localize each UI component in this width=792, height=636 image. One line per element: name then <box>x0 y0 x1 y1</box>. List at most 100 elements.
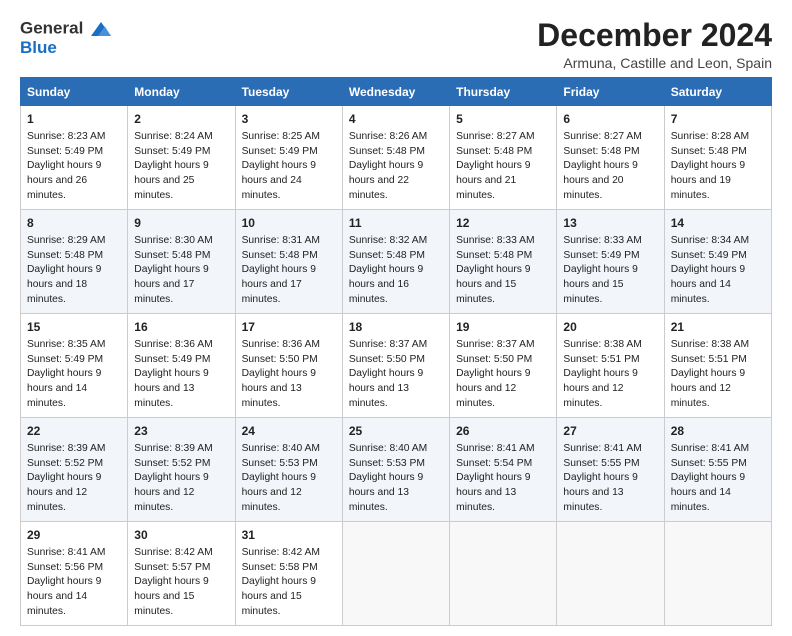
day-info: Sunrise: 8:33 AMSunset: 5:49 PMDaylight … <box>563 235 641 306</box>
day-number: 7 <box>671 111 765 128</box>
day-info: Sunrise: 8:29 AMSunset: 5:48 PMDaylight … <box>27 235 105 306</box>
day-number: 26 <box>456 423 550 440</box>
logo: General Blue <box>20 18 111 58</box>
day-number: 6 <box>563 111 657 128</box>
week-row-1: 1 Sunrise: 8:23 AMSunset: 5:49 PMDaylight… <box>21 106 772 210</box>
day-info: Sunrise: 8:38 AMSunset: 5:51 PMDaylight … <box>671 339 749 410</box>
day-info: Sunrise: 8:40 AMSunset: 5:53 PMDaylight … <box>349 443 427 514</box>
calendar-cell: 28Sunrise: 8:41 AMSunset: 5:55 PMDayligh… <box>664 418 771 522</box>
calendar-cell: 27Sunrise: 8:41 AMSunset: 5:55 PMDayligh… <box>557 418 664 522</box>
day-number: 16 <box>134 319 228 336</box>
day-number: 15 <box>27 319 121 336</box>
day-number: 2 <box>134 111 228 128</box>
week-row-5: 29 Sunrise: 8:41 AMSunset: 5:56 PMDayligh… <box>21 522 772 626</box>
day-number: 19 <box>456 319 550 336</box>
day-number: 30 <box>134 527 228 544</box>
day-info: Sunrise: 8:24 AMSunset: 5:49 PMDaylight … <box>134 131 212 202</box>
calendar-cell <box>450 522 557 626</box>
day-number: 31 <box>242 527 336 544</box>
day-info: Sunrise: 8:28 AMSunset: 5:48 PMDaylight … <box>671 131 749 202</box>
day-info: Sunrise: 8:23 AMSunset: 5:49 PMDaylight … <box>27 131 105 202</box>
day-number: 14 <box>671 215 765 232</box>
day-number: 20 <box>563 319 657 336</box>
day-number: 12 <box>456 215 550 232</box>
calendar-cell: 13 Sunrise: 8:33 AMSunset: 5:49 PMDayligh… <box>557 210 664 314</box>
day-info: Sunrise: 8:38 AMSunset: 5:51 PMDaylight … <box>563 339 641 410</box>
day-number: 11 <box>349 215 443 232</box>
calendar-cell: 5 Sunrise: 8:27 AMSunset: 5:48 PMDaylight… <box>450 106 557 210</box>
week-row-4: 22 Sunrise: 8:39 AMSunset: 5:52 PMDayligh… <box>21 418 772 522</box>
day-number: 22 <box>27 423 121 440</box>
calendar-cell: 23 Sunrise: 8:39 AMSunset: 5:52 PMDayligh… <box>128 418 235 522</box>
calendar-cell: 16 Sunrise: 8:36 AMSunset: 5:49 PMDayligh… <box>128 314 235 418</box>
day-number: 23 <box>134 423 228 440</box>
calendar-cell: 25Sunrise: 8:40 AMSunset: 5:53 PMDayligh… <box>342 418 449 522</box>
calendar-cell: 11 Sunrise: 8:32 AMSunset: 5:48 PMDayligh… <box>342 210 449 314</box>
day-number: 27 <box>563 423 657 440</box>
week-row-2: 8 Sunrise: 8:29 AMSunset: 5:48 PMDaylight… <box>21 210 772 314</box>
calendar-cell: 20 Sunrise: 8:38 AMSunset: 5:51 PMDayligh… <box>557 314 664 418</box>
day-number: 28 <box>671 423 765 440</box>
calendar-cell: 19 Sunrise: 8:37 AMSunset: 5:50 PMDayligh… <box>450 314 557 418</box>
logo-blue: Blue <box>20 38 111 58</box>
calendar-cell: 3Sunrise: 8:25 AMSunset: 5:49 PMDaylight… <box>235 106 342 210</box>
day-info: Sunrise: 8:41 AMSunset: 5:56 PMDaylight … <box>27 547 105 618</box>
col-header-saturday: Saturday <box>664 78 771 106</box>
day-number: 18 <box>349 319 443 336</box>
day-info: Sunrise: 8:42 AMSunset: 5:57 PMDaylight … <box>134 547 212 618</box>
col-header-sunday: Sunday <box>21 78 128 106</box>
title-block: December 2024 Armuna, Castille and Leon,… <box>537 18 772 71</box>
day-info: Sunrise: 8:31 AMSunset: 5:48 PMDaylight … <box>242 235 320 306</box>
day-number: 5 <box>456 111 550 128</box>
day-number: 10 <box>242 215 336 232</box>
day-number: 17 <box>242 319 336 336</box>
day-number: 3 <box>242 111 336 128</box>
day-info: Sunrise: 8:27 AMSunset: 5:48 PMDaylight … <box>563 131 641 202</box>
day-info: Sunrise: 8:37 AMSunset: 5:50 PMDaylight … <box>456 339 534 410</box>
calendar-cell: 31 Sunrise: 8:42 AMSunset: 5:58 PMDayligh… <box>235 522 342 626</box>
calendar-cell: 8 Sunrise: 8:29 AMSunset: 5:48 PMDaylight… <box>21 210 128 314</box>
calendar-cell: 24Sunrise: 8:40 AMSunset: 5:53 PMDayligh… <box>235 418 342 522</box>
day-info: Sunrise: 8:33 AMSunset: 5:48 PMDaylight … <box>456 235 534 306</box>
day-info: Sunrise: 8:37 AMSunset: 5:50 PMDaylight … <box>349 339 427 410</box>
calendar-cell: 9Sunrise: 8:30 AMSunset: 5:48 PMDaylight… <box>128 210 235 314</box>
day-number: 8 <box>27 215 121 232</box>
calendar-cell: 12 Sunrise: 8:33 AMSunset: 5:48 PMDayligh… <box>450 210 557 314</box>
logo-text: General <box>20 18 111 40</box>
calendar-cell: 15 Sunrise: 8:35 AMSunset: 5:49 PMDayligh… <box>21 314 128 418</box>
calendar-cell: 30 Sunrise: 8:42 AMSunset: 5:57 PMDayligh… <box>128 522 235 626</box>
calendar-table: SundayMondayTuesdayWednesdayThursdayFrid… <box>20 77 772 626</box>
col-header-wednesday: Wednesday <box>342 78 449 106</box>
calendar-cell: 7 Sunrise: 8:28 AMSunset: 5:48 PMDaylight… <box>664 106 771 210</box>
calendar-cell <box>342 522 449 626</box>
logo-general: General <box>20 18 83 37</box>
calendar-cell: 2 Sunrise: 8:24 AMSunset: 5:49 PMDaylight… <box>128 106 235 210</box>
day-number: 1 <box>27 111 121 128</box>
day-info: Sunrise: 8:34 AMSunset: 5:49 PMDaylight … <box>671 235 749 306</box>
day-number: 13 <box>563 215 657 232</box>
day-number: 29 <box>27 527 121 544</box>
col-header-monday: Monday <box>128 78 235 106</box>
day-number: 4 <box>349 111 443 128</box>
col-header-friday: Friday <box>557 78 664 106</box>
calendar-cell: 21Sunrise: 8:38 AMSunset: 5:51 PMDayligh… <box>664 314 771 418</box>
subtitle: Armuna, Castille and Leon, Spain <box>537 55 772 71</box>
header-row: SundayMondayTuesdayWednesdayThursdayFrid… <box>21 78 772 106</box>
day-info: Sunrise: 8:35 AMSunset: 5:49 PMDaylight … <box>27 339 105 410</box>
day-info: Sunrise: 8:36 AMSunset: 5:49 PMDaylight … <box>134 339 212 410</box>
day-info: Sunrise: 8:32 AMSunset: 5:48 PMDaylight … <box>349 235 427 306</box>
day-info: Sunrise: 8:27 AMSunset: 5:48 PMDaylight … <box>456 131 534 202</box>
day-info: Sunrise: 8:26 AMSunset: 5:48 PMDaylight … <box>349 131 427 202</box>
calendar-cell: 1 Sunrise: 8:23 AMSunset: 5:49 PMDaylight… <box>21 106 128 210</box>
header: General Blue December 2024 Armuna, Casti… <box>20 18 772 71</box>
logo-icon <box>85 18 111 40</box>
calendar-cell <box>557 522 664 626</box>
calendar-cell: 29 Sunrise: 8:41 AMSunset: 5:56 PMDayligh… <box>21 522 128 626</box>
calendar-cell: 18 Sunrise: 8:37 AMSunset: 5:50 PMDayligh… <box>342 314 449 418</box>
calendar-cell: 22Sunrise: 8:39 AMSunset: 5:52 PMDayligh… <box>21 418 128 522</box>
main-title: December 2024 <box>537 18 772 53</box>
calendar-cell: 4 Sunrise: 8:26 AMSunset: 5:48 PMDaylight… <box>342 106 449 210</box>
day-info: Sunrise: 8:42 AMSunset: 5:58 PMDaylight … <box>242 547 320 618</box>
calendar-cell: 6 Sunrise: 8:27 AMSunset: 5:48 PMDaylight… <box>557 106 664 210</box>
day-info: Sunrise: 8:39 AMSunset: 5:52 PMDaylight … <box>134 443 212 514</box>
